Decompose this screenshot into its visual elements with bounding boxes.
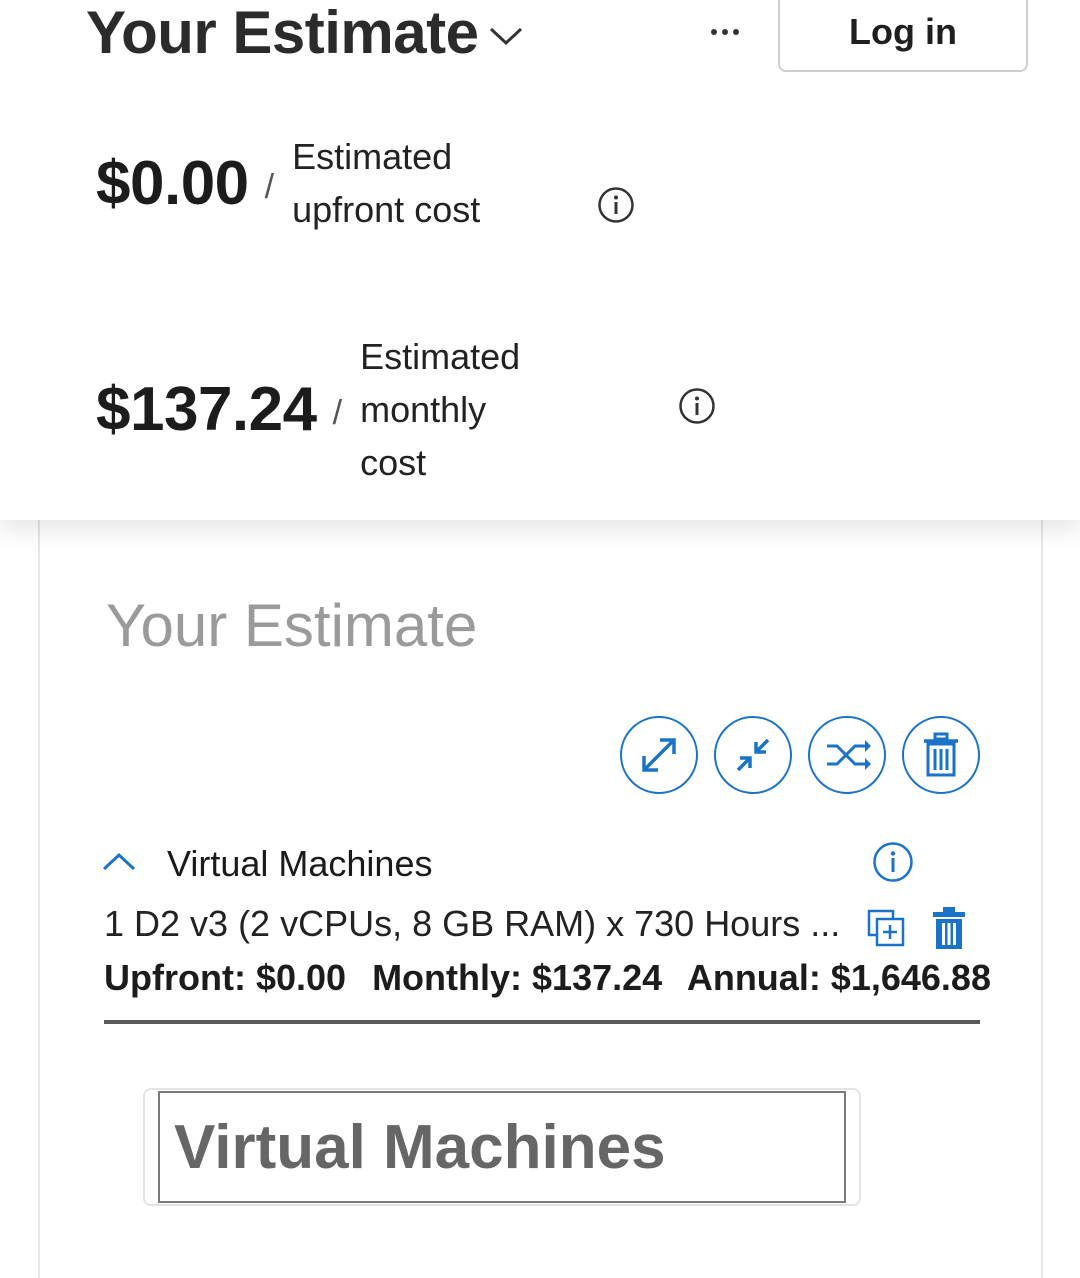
- clone-icon[interactable]: [866, 908, 906, 948]
- page-title: Your Estimate: [86, 0, 479, 66]
- login-button[interactable]: Log in: [778, 0, 1028, 72]
- chevron-down-icon: [489, 27, 522, 46]
- monthly-cost-row: $137.24 / Estimated monthly cost: [96, 330, 550, 489]
- estimate-title-dropdown[interactable]: Your Estimate: [86, 0, 523, 70]
- cost-separator: /: [332, 394, 343, 432]
- cost-separator: /: [264, 167, 275, 206]
- service-totals: Upfront: $0.00 Monthly: $137.24 Annual: …: [104, 957, 1007, 999]
- info-icon[interactable]: [597, 186, 635, 224]
- collapse-all-icon: [736, 738, 770, 772]
- shuffle-button[interactable]: [808, 716, 886, 794]
- upfront-cost-amount: $0.00: [96, 148, 249, 218]
- more-icon: [711, 29, 717, 35]
- more-icon-dot: [733, 29, 739, 35]
- trash-icon: [924, 732, 958, 777]
- service-annual: Annual: $1,646.88: [686, 957, 991, 998]
- upfront-cost-row: $0.00 / Estimated upfront cost: [96, 130, 482, 236]
- estimate-card: Your Estimate Virtual Machines 1 D2 v3 (…: [38, 505, 1043, 1278]
- more-icon-dot: [722, 29, 728, 35]
- expand-all-button[interactable]: [620, 716, 698, 794]
- divider: [104, 1020, 980, 1024]
- service-monthly: Monthly: $137.24: [372, 957, 663, 998]
- chevron-up-icon[interactable]: [102, 845, 136, 875]
- trash-icon[interactable]: [932, 907, 966, 949]
- collapse-all-button[interactable]: [714, 716, 792, 794]
- card-title: Your Estimate: [106, 592, 478, 659]
- upfront-cost-label: Estimated upfront cost: [292, 136, 481, 230]
- info-icon[interactable]: [678, 387, 716, 425]
- more-options-button[interactable]: [700, 14, 750, 50]
- monthly-cost-amount: $137.24: [96, 375, 317, 444]
- service-description: 1 D2 v3 (2 vCPUs, 8 GB RAM) x 730 Hours …: [104, 903, 841, 944]
- expand-all-icon: [642, 738, 676, 772]
- delete-all-button[interactable]: [902, 716, 980, 794]
- shuffle-icon: [827, 740, 871, 770]
- estimate-summary-header: Your Estimate Log in $0.00 / Estimated u…: [0, 0, 1080, 520]
- service-name-input[interactable]: [158, 1091, 846, 1203]
- info-icon[interactable]: [872, 841, 914, 883]
- monthly-cost-label: Estimated monthly cost: [360, 336, 521, 483]
- service-upfront: Upfront: $0.00: [104, 957, 347, 998]
- service-name: Virtual Machines: [167, 843, 433, 884]
